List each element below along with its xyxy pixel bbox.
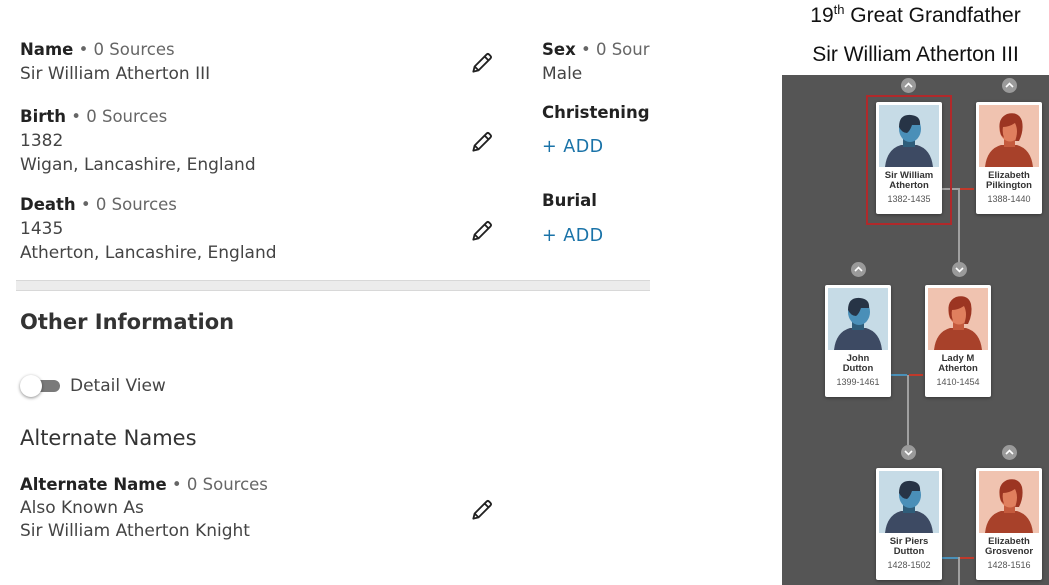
female-avatar-icon (979, 471, 1039, 533)
expand-parents-chevron-up-icon[interactable] (1002, 445, 1017, 460)
burial-fact-label: Burial (542, 191, 597, 210)
secondary-facts-column: Sex • 0 Sourc Male Christening + ADD Bur… (542, 38, 650, 268)
name-fact-label: Name (20, 40, 74, 59)
alternate-name-label: Alternate Name (20, 475, 167, 494)
couple-line-right (909, 374, 923, 376)
person-card-sir-william-atherton[interactable]: Sir William Atherton 1382-1435 (876, 102, 942, 214)
add-burial-button[interactable]: + ADD (542, 226, 604, 246)
birth-fact-sources[interactable]: • 0 Sources (71, 107, 167, 126)
person-lifespan: 1428-1516 (987, 560, 1031, 570)
alternate-name-fact-title: Alternate Name • 0 Sources (20, 475, 268, 494)
other-information-heading: Other Information (20, 310, 235, 334)
sex-fact-sources[interactable]: • 0 Sourc (581, 40, 650, 59)
alternate-names-heading: Alternate Names (20, 426, 197, 450)
expand-parents-chevron-up-icon[interactable] (901, 78, 916, 93)
christening-fact-label: Christening (542, 103, 650, 122)
person-name: John Dutton (842, 353, 874, 374)
name-fact-sources[interactable]: • 0 Sources (79, 40, 175, 59)
edit-alternate-name-pencil-icon[interactable] (469, 497, 495, 523)
person-lifespan: 1399-1461 (836, 377, 880, 387)
person-name: Lady M Atherton (938, 353, 978, 374)
sex-fact-value: Male (542, 64, 583, 84)
person-card-lady-m-atherton[interactable]: Lady M Atherton 1410-1454 (925, 285, 991, 397)
person-name: Sir William Atherton (884, 170, 934, 191)
couple-line-right (960, 557, 974, 559)
male-avatar-icon (879, 471, 939, 533)
alternate-name-type: Also Known As (20, 498, 144, 518)
birth-fact-title: Birth • 0 Sources (20, 107, 167, 126)
male-avatar-icon (879, 105, 939, 167)
tree-descent-line (958, 557, 960, 585)
edit-name-pencil-icon[interactable] (469, 50, 495, 76)
couple-line-right (960, 188, 974, 190)
death-fact-sources[interactable]: • 0 Sources (81, 195, 177, 214)
birth-fact-date: 1382 (20, 131, 64, 151)
person-card-sir-piers-dutton[interactable]: Sir Piers Dutton 1428-1502 (876, 468, 942, 580)
tree-descent-line (958, 188, 960, 266)
toggle-knob (20, 375, 42, 397)
collapse-chevron-down-icon[interactable] (901, 445, 916, 460)
death-fact-date: 1435 (20, 219, 64, 239)
add-christening-button[interactable]: + ADD (542, 137, 604, 157)
relationship-ordinal-suffix: th (833, 2, 845, 17)
person-card-john-dutton[interactable]: John Dutton 1399-1461 (825, 285, 891, 397)
person-name: Elizabeth Grosvenor (984, 536, 1034, 557)
person-lifespan: 1410-1454 (936, 377, 980, 387)
name-fact-value: Sir William Atherton III (20, 64, 211, 84)
person-name: Sir Piers Dutton (889, 536, 929, 557)
relationship-caption: 19th Great Grandfather (782, 2, 1049, 28)
person-lifespan: 1382-1435 (887, 194, 931, 204)
person-card-elizabeth-grosvenor[interactable]: Elizabeth Grosvenor 1428-1516 (976, 468, 1042, 580)
edit-death-pencil-icon[interactable] (469, 218, 495, 244)
edit-birth-pencil-icon[interactable] (469, 129, 495, 155)
christening-fact-title: Christening (542, 103, 650, 122)
relationship-generation-number: 19 (810, 4, 834, 27)
alternate-name-value: Sir William Atherton Knight (20, 521, 250, 541)
family-tree-panel: Sir William Atherton 1382-1435 Elizabeth P… (782, 75, 1049, 585)
birth-fact-label: Birth (20, 107, 67, 126)
expand-parents-chevron-up-icon[interactable] (851, 262, 866, 277)
couple-line-left (942, 557, 958, 559)
ancestor-name-caption: Sir William Atherton III (812, 43, 1019, 66)
person-card-elizabeth-pilkington[interactable]: Elizabeth Pilkington 1388-1440 (976, 102, 1042, 214)
death-fact-label: Death (20, 195, 76, 214)
expand-parents-chevron-up-icon[interactable] (1002, 78, 1017, 93)
detail-view-label: Detail View (70, 376, 166, 396)
female-avatar-icon (979, 105, 1039, 167)
section-divider (16, 280, 650, 291)
death-fact-title: Death • 0 Sources (20, 195, 177, 214)
person-name: Elizabeth Pilkington (986, 170, 1032, 191)
female-avatar-icon (928, 288, 988, 350)
name-fact-title: Name • 0 Sources (20, 40, 175, 59)
tree-descent-line (907, 375, 909, 445)
birth-fact-place: Wigan, Lancashire, England (20, 155, 256, 175)
sex-fact-label: Sex (542, 40, 576, 59)
sex-fact-title: Sex • 0 Sourc (542, 40, 650, 59)
detail-view-toggle[interactable] (20, 375, 62, 397)
couple-line-left (891, 374, 907, 376)
burial-fact-title: Burial (542, 191, 597, 210)
death-fact-place: Atherton, Lancashire, England (20, 243, 277, 263)
alternate-name-sources[interactable]: • 0 Sources (172, 475, 268, 494)
relationship-title: Great Grandfather (844, 4, 1021, 27)
male-avatar-icon (828, 288, 888, 350)
person-lifespan: 1428-1502 (887, 560, 931, 570)
collapse-chevron-down-icon[interactable] (952, 262, 967, 277)
person-lifespan: 1388-1440 (987, 194, 1031, 204)
